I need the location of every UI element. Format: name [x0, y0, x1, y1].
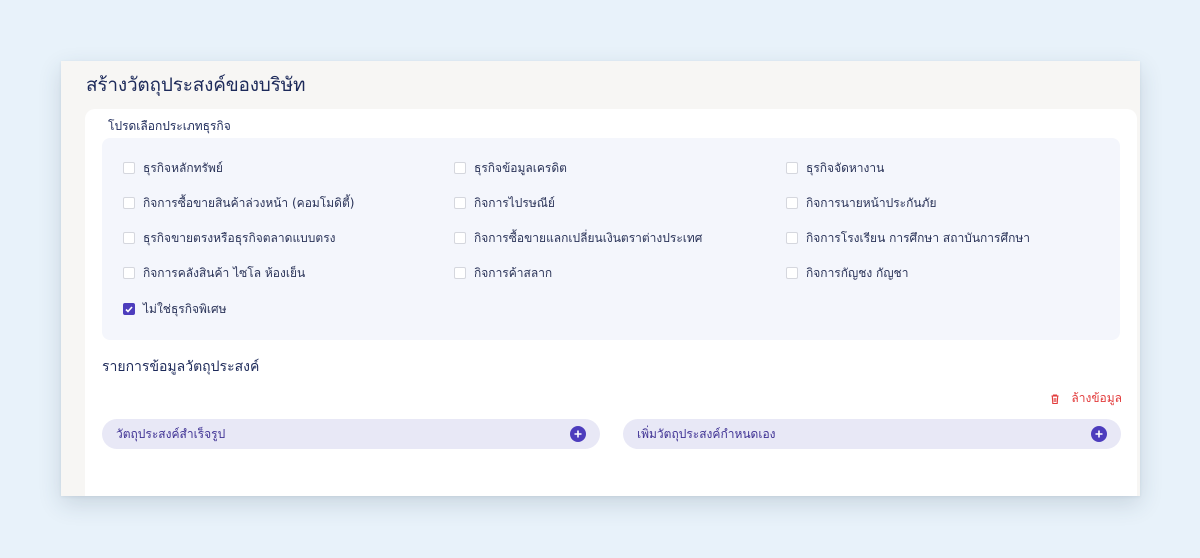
checkbox-commodity-futures[interactable]: กิจการซื้อขายสินค้าล่วงหน้า (คอมโมดิตี้)	[123, 195, 354, 211]
business-type-label: โปรดเลือกประเภทธุรกิจ	[108, 119, 231, 133]
checkbox-label: กิจการซื้อขายสินค้าล่วงหน้า (คอมโมดิตี้)	[143, 195, 355, 210]
checkbox-school-education[interactable]: กิจการโรงเรียน การศึกษา สถาบันการศึกษา	[786, 230, 1030, 246]
checkbox-box[interactable]	[454, 162, 466, 174]
checkbox-insurance-broker[interactable]: กิจการนายหน้าประกันภัย	[786, 195, 937, 211]
checkbox-not-special-business[interactable]: ไม่ใช่ธุรกิจพิเศษ	[123, 301, 227, 317]
checkbox-label: กิจการซื้อขายแลกเปลี่ยนเงินตราต่างประเทศ	[474, 230, 703, 245]
checkbox-hemp-cannabis[interactable]: กิจการกัญชง กัญชา	[786, 265, 908, 281]
checkbox-credit-info[interactable]: ธุรกิจข้อมูลเครดิต	[454, 160, 567, 176]
add-custom-objective-label: เพิ่มวัตถุประสงค์กำหนดเอง	[637, 426, 776, 441]
checkbox-label: กิจการโรงเรียน การศึกษา สถาบันการศึกษา	[806, 230, 1031, 245]
checkbox-box-checked[interactable]	[123, 303, 135, 315]
objectives-title: รายการข้อมูลวัตถุประสงค์	[102, 359, 260, 375]
checkbox-box[interactable]	[123, 162, 135, 174]
checkbox-lottery[interactable]: กิจการค้าสลาก	[454, 265, 552, 281]
plus-circle-icon[interactable]	[570, 426, 586, 442]
add-custom-objective-button[interactable]: เพิ่มวัตถุประสงค์กำหนดเอง	[623, 419, 1121, 449]
checkbox-box[interactable]	[786, 267, 798, 279]
app-window: สร้างวัตถุประสงค์ของบริษัท โปรดเลือกประเ…	[61, 61, 1140, 496]
checkbox-box[interactable]	[123, 267, 135, 279]
checkbox-box[interactable]	[123, 232, 135, 244]
checkbox-label: ธุรกิจจัดหางาน	[806, 160, 885, 175]
checkbox-box[interactable]	[454, 232, 466, 244]
trash-icon	[1051, 393, 1059, 404]
ready-made-objectives-label: วัตถุประสงค์สำเร็จรูป	[116, 426, 226, 441]
checkbox-label: กิจการคลังสินค้า ไซโล ห้องเย็น	[143, 265, 306, 280]
checkbox-label: ธุรกิจหลักทรัพย์	[143, 160, 223, 175]
checkbox-box[interactable]	[454, 197, 466, 209]
ready-made-objectives-button[interactable]: วัตถุประสงค์สำเร็จรูป	[102, 419, 600, 449]
checkbox-foreign-exchange[interactable]: กิจการซื้อขายแลกเปลี่ยนเงินตราต่างประเทศ	[454, 230, 702, 246]
checkbox-direct-sales[interactable]: ธุรกิจขายตรงหรือธุรกิจตลาดแบบตรง	[123, 230, 336, 246]
checkbox-label: ธุรกิจข้อมูลเครดิต	[474, 160, 567, 175]
checkbox-label: กิจการค้าสลาก	[474, 265, 553, 280]
checkbox-label: กิจการกัญชง กัญชา	[806, 265, 909, 280]
page-title: สร้างวัตถุประสงค์ของบริษัท	[86, 74, 306, 96]
clear-data-label: ล้างข้อมูล	[1071, 391, 1122, 405]
checkbox-box[interactable]	[123, 197, 135, 209]
checkbox-box[interactable]	[454, 267, 466, 279]
checkbox-securities[interactable]: ธุรกิจหลักทรัพย์	[123, 160, 223, 176]
checkbox-warehouse[interactable]: กิจการคลังสินค้า ไซโล ห้องเย็น	[123, 265, 305, 281]
form-card: โปรดเลือกประเภทธุรกิจ ธุรกิจหลักทรัพย์ ธ…	[85, 109, 1137, 496]
checkbox-box[interactable]	[786, 162, 798, 174]
checkbox-label: ธุรกิจขายตรงหรือธุรกิจตลาดแบบตรง	[143, 230, 336, 245]
checkbox-label: กิจการไปรษณีย์	[474, 195, 555, 210]
checkbox-label: ไม่ใช่ธุรกิจพิเศษ	[143, 301, 227, 316]
business-type-panel: ธุรกิจหลักทรัพย์ ธุรกิจข้อมูลเครดิต ธุรก…	[102, 138, 1120, 340]
checkbox-employment-agency[interactable]: ธุรกิจจัดหางาน	[786, 160, 884, 176]
checkbox-label: กิจการนายหน้าประกันภัย	[806, 195, 937, 210]
checkbox-box[interactable]	[786, 232, 798, 244]
checkbox-postal[interactable]: กิจการไปรษณีย์	[454, 195, 555, 211]
check-icon	[125, 305, 133, 313]
plus-circle-icon[interactable]	[1091, 426, 1107, 442]
clear-data-button[interactable]: ล้างข้อมูล	[1049, 389, 1122, 408]
checkbox-box[interactable]	[786, 197, 798, 209]
